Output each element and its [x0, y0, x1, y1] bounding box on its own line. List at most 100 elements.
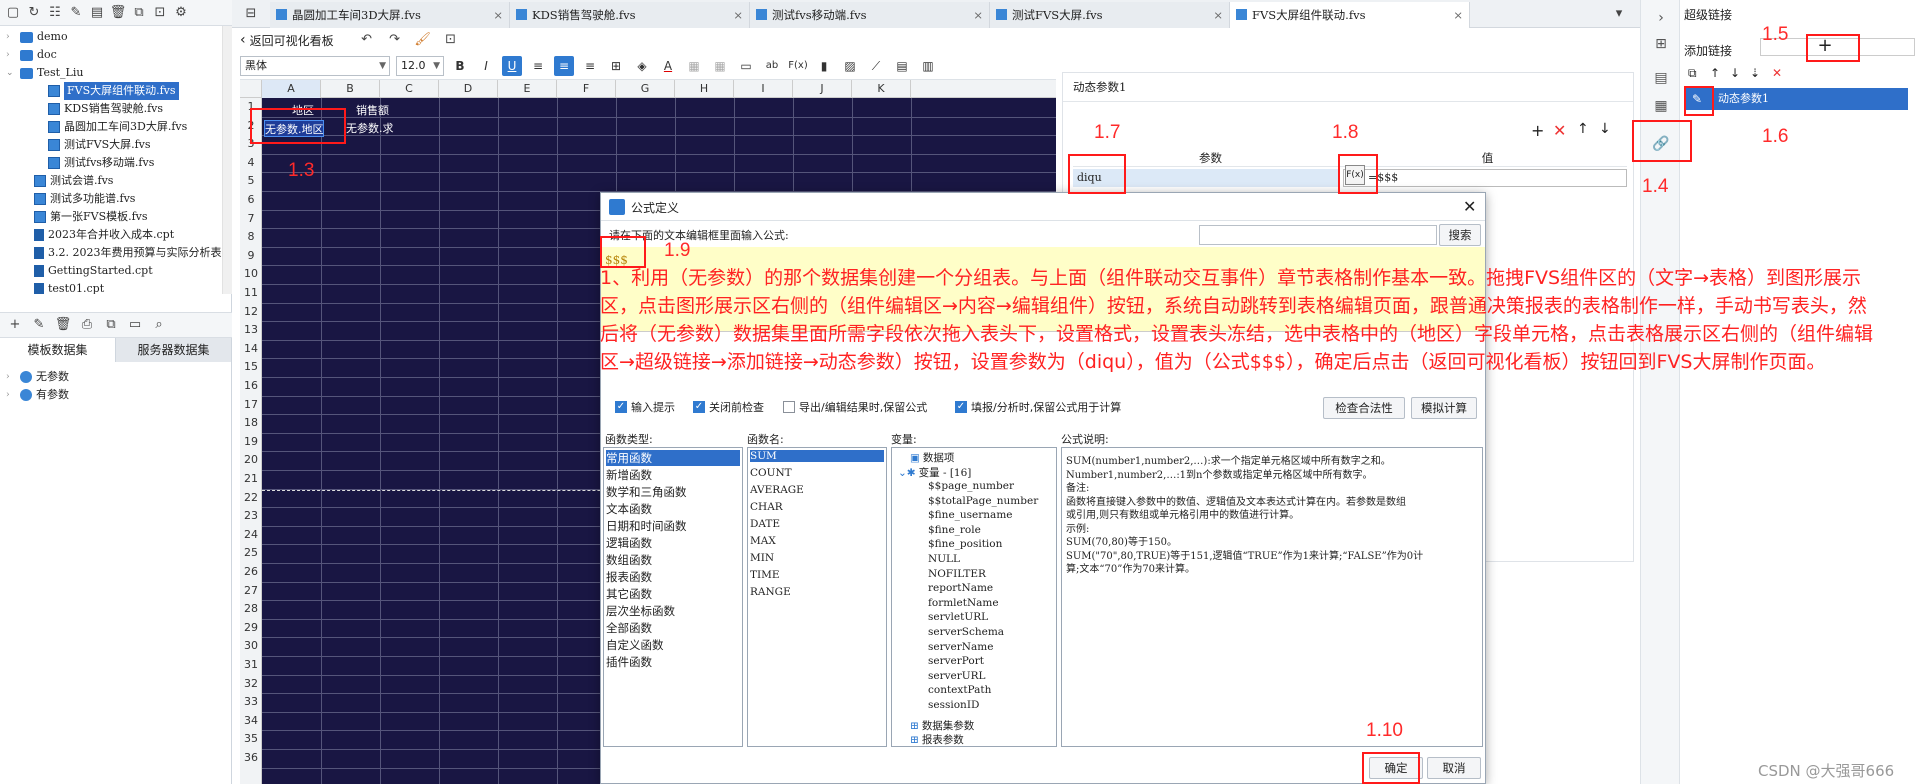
- list-item[interactable]: 数学和三角函数: [606, 484, 687, 500]
- check-validity-button[interactable]: 检查合法性: [1323, 397, 1405, 419]
- var-group[interactable]: ⌄✱ 变量 - [16]: [898, 465, 971, 480]
- row-header-cell[interactable]: 6: [240, 191, 262, 210]
- align-right-icon[interactable]: ≡: [580, 56, 600, 76]
- cell-b1[interactable]: 销售额: [356, 102, 389, 118]
- row-header-cell[interactable]: 35: [240, 730, 262, 749]
- delete-icon[interactable]: 🗑: [109, 4, 127, 22]
- tab-list-icon[interactable]: ▾: [1610, 5, 1628, 23]
- row-header-cell[interactable]: 26: [240, 563, 262, 582]
- insert-subreport-icon[interactable]: ▤: [892, 56, 912, 76]
- list-item[interactable]: 层次坐标函数: [606, 603, 675, 619]
- fill-color-icon[interactable]: ◈: [632, 56, 652, 76]
- move-up-icon[interactable]: ↑: [1577, 121, 1589, 137]
- column-header-cell[interactable]: C: [380, 80, 439, 98]
- row-header-cell[interactable]: 24: [240, 526, 262, 545]
- keep-formula-fill-checkbox[interactable]: ✓: [955, 401, 967, 413]
- list-item[interactable]: 逻辑函数: [606, 535, 652, 551]
- preview-toggle-icon[interactable]: ⊡: [442, 31, 460, 49]
- var-data-item[interactable]: ▣ 数据项: [910, 450, 954, 465]
- refresh-icon[interactable]: ↻: [25, 4, 43, 22]
- settings-icon[interactable]: ⚙: [172, 4, 190, 22]
- redo-icon[interactable]: ↷: [386, 31, 404, 49]
- row-header-cell[interactable]: 20: [240, 451, 262, 470]
- tab-file-active[interactable]: FVS大屏组件联动.fvs ×: [1230, 2, 1470, 28]
- row-header-cell[interactable]: 14: [240, 340, 262, 359]
- var-item[interactable]: NULL: [928, 553, 960, 565]
- format-painter-icon[interactable]: 🖌: [414, 31, 432, 49]
- cell-b2[interactable]: 无参数.求: [346, 120, 394, 136]
- tree-item[interactable]: 晶圆加工车间3D大屏.fvs: [34, 118, 187, 136]
- function-search-input[interactable]: [1199, 225, 1437, 245]
- row-header-cell[interactable]: 32: [240, 675, 262, 694]
- tree-item[interactable]: 2023年合并收入成本.cpt: [20, 226, 174, 244]
- list-item[interactable]: 自定义函数: [606, 637, 664, 653]
- row-header-cell[interactable]: 4: [240, 154, 262, 173]
- input-hint-checkbox[interactable]: ✓: [615, 401, 627, 413]
- chevron-right-icon[interactable]: ›: [1651, 8, 1671, 28]
- cell-attr-icon[interactable]: ▤: [1651, 68, 1671, 88]
- tree-item[interactable]: › demo: [6, 28, 68, 46]
- border-icon[interactable]: ⊞: [606, 56, 626, 76]
- lock-icon[interactable]: ⊡: [151, 4, 169, 22]
- tree-item[interactable]: GettingStarted.cpt: [20, 262, 153, 280]
- font-select[interactable]: 黑体 ▼: [240, 55, 390, 76]
- copy-icon[interactable]: ⧉: [130, 4, 148, 22]
- row-header-cell[interactable]: 22: [240, 489, 262, 508]
- sql-icon[interactable]: ▭: [126, 316, 144, 334]
- tab-template-dataset[interactable]: 模板数据集: [0, 338, 116, 362]
- grid-corner[interactable]: [240, 80, 262, 98]
- row-header-cell[interactable]: 23: [240, 507, 262, 526]
- tab-file[interactable]: KDS销售驾驶舱.fvs ×: [510, 2, 750, 28]
- var-item[interactable]: $fine_position: [928, 538, 1002, 550]
- tab-file[interactable]: 测试fvs移动端.fvs ×: [750, 2, 990, 28]
- row-header-cell[interactable]: 21: [240, 470, 262, 489]
- row-header-cell[interactable]: 30: [240, 637, 262, 656]
- column-header-cell[interactable]: H: [675, 80, 734, 98]
- row-header-cell[interactable]: 29: [240, 619, 262, 638]
- close-icon[interactable]: ×: [1453, 2, 1463, 28]
- close-icon[interactable]: ×: [1213, 2, 1223, 28]
- var-item[interactable]: $fine_role: [928, 524, 981, 536]
- list-item[interactable]: TIME: [750, 569, 780, 581]
- cell-style-icon[interactable]: ▦: [1651, 96, 1671, 116]
- edit-dataset-icon[interactable]: ✎: [30, 316, 48, 334]
- tree-item[interactable]: 测试会谱.fvs: [20, 172, 113, 190]
- insert-ab-icon[interactable]: ab: [762, 56, 782, 76]
- column-header-cell[interactable]: B: [321, 80, 380, 98]
- column-header-cell[interactable]: G: [616, 80, 675, 98]
- list-item[interactable]: MAX: [750, 535, 776, 547]
- var-item[interactable]: contextPath: [928, 684, 991, 696]
- list-item[interactable]: MIN: [750, 552, 774, 564]
- add-dataset-icon[interactable]: +: [6, 316, 24, 334]
- row-header-cell[interactable]: 17: [240, 396, 262, 415]
- list-item[interactable]: 插件函数: [606, 654, 652, 670]
- list-item[interactable]: 数组函数: [606, 552, 652, 568]
- undo-icon[interactable]: ↶: [358, 31, 376, 49]
- list-icon[interactable]: ☷: [46, 4, 64, 22]
- tree-item[interactable]: 测试多功能谱.fvs: [20, 190, 135, 208]
- row-header-cell[interactable]: 15: [240, 358, 262, 377]
- dataset-item[interactable]: › 有参数: [6, 386, 69, 404]
- merge-icon[interactable]: ▦: [684, 56, 704, 76]
- row-header-cell[interactable]: 7: [240, 210, 262, 229]
- var-item[interactable]: serverName: [928, 641, 993, 653]
- tree-item[interactable]: KDS销售驾驶舱.fvs: [34, 100, 163, 118]
- var-item[interactable]: formletName: [928, 597, 999, 609]
- new-file-icon[interactable]: ▢: [4, 4, 22, 22]
- delete-param-icon[interactable]: ✕: [1553, 121, 1566, 140]
- align-left-icon[interactable]: ≡: [528, 56, 548, 76]
- function-name-list[interactable]: SUM COUNT AVERAGE CHAR DATE MAX MIN TIME RANGE: [747, 447, 887, 747]
- underline-button[interactable]: U: [502, 55, 522, 76]
- cancel-button[interactable]: 取消: [1427, 757, 1481, 779]
- var-item[interactable]: reportName: [928, 582, 993, 594]
- italic-button[interactable]: I: [476, 56, 496, 76]
- row-header-cell[interactable]: 31: [240, 656, 262, 675]
- column-header-cell[interactable]: D: [439, 80, 498, 98]
- move-up-icon[interactable]: ↑: [1710, 66, 1720, 80]
- bold-button[interactable]: B: [450, 56, 470, 76]
- tree-item[interactable]: › doc: [6, 46, 57, 64]
- add-param-icon[interactable]: +: [1531, 121, 1544, 140]
- column-header-cell[interactable]: F: [557, 80, 616, 98]
- column-header-cell[interactable]: E: [498, 80, 557, 98]
- var-item[interactable]: NOFILTER: [928, 568, 986, 580]
